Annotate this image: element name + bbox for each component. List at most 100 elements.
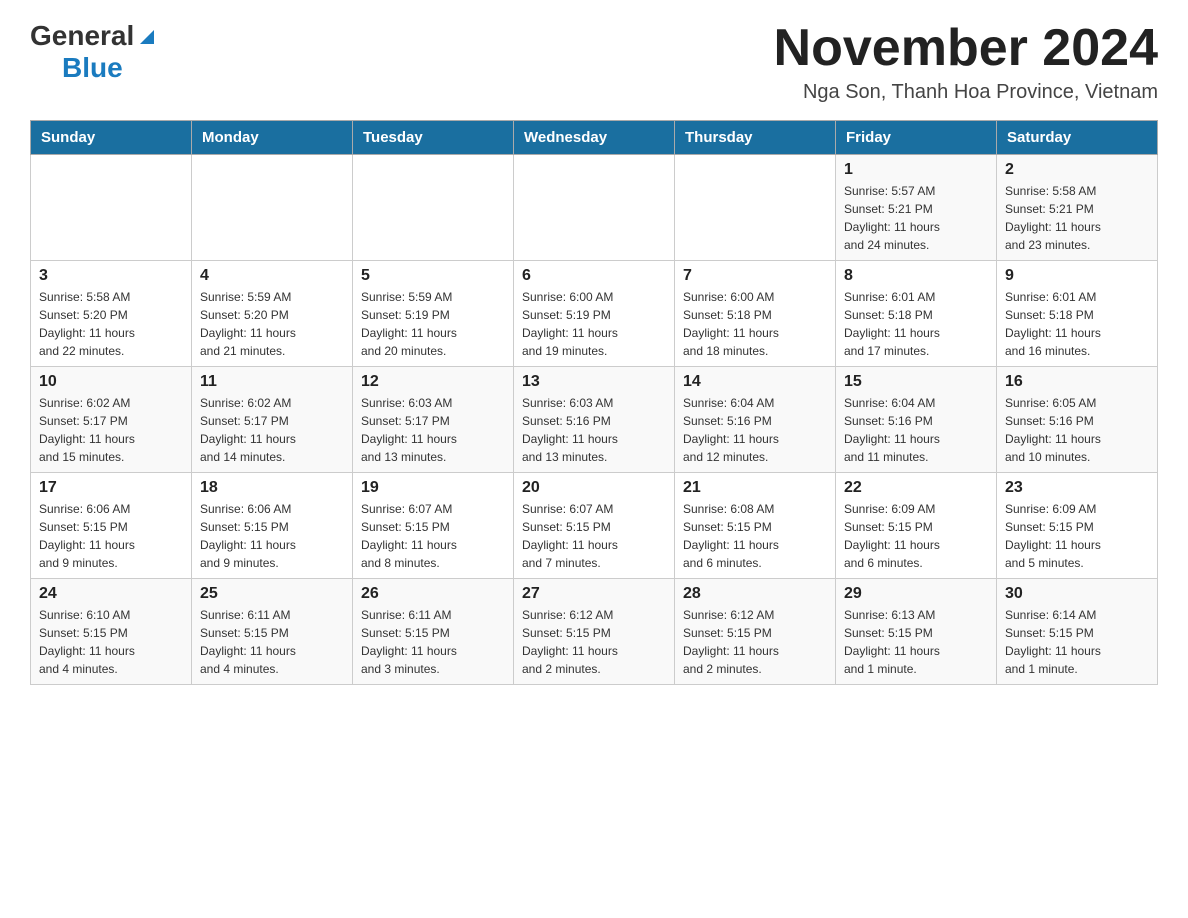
- day-info: Sunrise: 6:10 AM Sunset: 5:15 PM Dayligh…: [39, 606, 183, 678]
- day-info: Sunrise: 6:06 AM Sunset: 5:15 PM Dayligh…: [39, 500, 183, 572]
- day-info: Sunrise: 6:05 AM Sunset: 5:16 PM Dayligh…: [1005, 394, 1149, 466]
- day-number: 5: [361, 267, 505, 285]
- day-number: 23: [1005, 479, 1149, 497]
- day-info: Sunrise: 6:02 AM Sunset: 5:17 PM Dayligh…: [39, 394, 183, 466]
- day-number: 14: [683, 373, 827, 391]
- calendar-cell: 29 Sunrise: 6:13 AM Sunset: 5:15 PM Dayli…: [836, 579, 997, 685]
- day-number: 12: [361, 373, 505, 391]
- calendar-cell: 17 Sunrise: 6:06 AM Sunset: 5:15 PM Dayli…: [31, 473, 192, 579]
- calendar-cell: 3 Sunrise: 5:58 AM Sunset: 5:20 PM Daylig…: [31, 261, 192, 367]
- day-info: Sunrise: 5:59 AM Sunset: 5:20 PM Dayligh…: [200, 288, 344, 360]
- day-info: Sunrise: 6:12 AM Sunset: 5:15 PM Dayligh…: [683, 606, 827, 678]
- day-info: Sunrise: 6:00 AM Sunset: 5:18 PM Dayligh…: [683, 288, 827, 360]
- calendar-table: Sunday Monday Tuesday Wednesday Thursday…: [30, 120, 1158, 685]
- day-info: Sunrise: 5:57 AM Sunset: 5:21 PM Dayligh…: [844, 182, 988, 254]
- calendar-cell: 19 Sunrise: 6:07 AM Sunset: 5:15 PM Dayli…: [353, 473, 514, 579]
- calendar-week-3: 10 Sunrise: 6:02 AM Sunset: 5:17 PM Dayli…: [31, 367, 1158, 473]
- day-info: Sunrise: 6:11 AM Sunset: 5:15 PM Dayligh…: [200, 606, 344, 678]
- header-row: Sunday Monday Tuesday Wednesday Thursday…: [31, 121, 1158, 155]
- day-number: 21: [683, 479, 827, 497]
- calendar-cell: 4 Sunrise: 5:59 AM Sunset: 5:20 PM Daylig…: [192, 261, 353, 367]
- calendar-body: 1Sunrise: 5:57 AM Sunset: 5:21 PM Daylig…: [31, 155, 1158, 685]
- day-number: 17: [39, 479, 183, 497]
- day-number: 24: [39, 585, 183, 603]
- header-saturday: Saturday: [997, 121, 1158, 155]
- calendar-cell: 5Sunrise: 5:59 AM Sunset: 5:19 PM Daylig…: [353, 261, 514, 367]
- day-info: Sunrise: 6:03 AM Sunset: 5:17 PM Dayligh…: [361, 394, 505, 466]
- logo-blue-text: Blue: [62, 52, 123, 84]
- day-number: 29: [844, 585, 988, 603]
- day-info: Sunrise: 6:01 AM Sunset: 5:18 PM Dayligh…: [844, 288, 988, 360]
- calendar-cell: [31, 155, 192, 261]
- calendar-cell: 25 Sunrise: 6:11 AM Sunset: 5:15 PM Dayli…: [192, 579, 353, 685]
- calendar-cell: 8 Sunrise: 6:01 AM Sunset: 5:18 PM Daylig…: [836, 261, 997, 367]
- header-wednesday: Wednesday: [514, 121, 675, 155]
- header-friday: Friday: [836, 121, 997, 155]
- calendar-cell: [192, 155, 353, 261]
- day-number: 16: [1005, 373, 1149, 391]
- day-info: Sunrise: 6:13 AM Sunset: 5:15 PM Dayligh…: [844, 606, 988, 678]
- day-number: 6: [522, 267, 666, 285]
- day-number: 15: [844, 373, 988, 391]
- day-info: Sunrise: 6:06 AM Sunset: 5:15 PM Dayligh…: [200, 500, 344, 572]
- calendar-header: Sunday Monday Tuesday Wednesday Thursday…: [31, 121, 1158, 155]
- calendar-cell: 22 Sunrise: 6:09 AM Sunset: 5:15 PM Dayli…: [836, 473, 997, 579]
- calendar-cell: 6 Sunrise: 6:00 AM Sunset: 5:19 PM Daylig…: [514, 261, 675, 367]
- day-info: Sunrise: 5:58 AM Sunset: 5:21 PM Dayligh…: [1005, 182, 1149, 254]
- day-info: Sunrise: 6:00 AM Sunset: 5:19 PM Dayligh…: [522, 288, 666, 360]
- calendar-cell: 10 Sunrise: 6:02 AM Sunset: 5:17 PM Dayli…: [31, 367, 192, 473]
- calendar-cell: [353, 155, 514, 261]
- day-number: 18: [200, 479, 344, 497]
- day-info: Sunrise: 6:08 AM Sunset: 5:15 PM Dayligh…: [683, 500, 827, 572]
- day-info: Sunrise: 6:07 AM Sunset: 5:15 PM Dayligh…: [361, 500, 505, 572]
- day-number: 11: [200, 373, 344, 391]
- calendar-cell: 27 Sunrise: 6:12 AM Sunset: 5:15 PM Dayli…: [514, 579, 675, 685]
- day-number: 7: [683, 267, 827, 285]
- calendar-cell: 21 Sunrise: 6:08 AM Sunset: 5:15 PM Dayli…: [675, 473, 836, 579]
- title-area: November 2024 Nga Son, Thanh Hoa Provinc…: [774, 20, 1158, 104]
- day-number: 3: [39, 267, 183, 285]
- calendar-cell: 28 Sunrise: 6:12 AM Sunset: 5:15 PM Dayli…: [675, 579, 836, 685]
- day-info: Sunrise: 6:01 AM Sunset: 5:18 PM Dayligh…: [1005, 288, 1149, 360]
- day-number: 10: [39, 373, 183, 391]
- day-info: Sunrise: 6:09 AM Sunset: 5:15 PM Dayligh…: [844, 500, 988, 572]
- calendar-cell: 13Sunrise: 6:03 AM Sunset: 5:16 PM Dayli…: [514, 367, 675, 473]
- calendar-cell: 11Sunrise: 6:02 AM Sunset: 5:17 PM Dayli…: [192, 367, 353, 473]
- calendar-cell: [514, 155, 675, 261]
- header-monday: Monday: [192, 121, 353, 155]
- calendar-week-5: 24 Sunrise: 6:10 AM Sunset: 5:15 PM Dayli…: [31, 579, 1158, 685]
- calendar-cell: 7 Sunrise: 6:00 AM Sunset: 5:18 PM Daylig…: [675, 261, 836, 367]
- calendar-cell: 20 Sunrise: 6:07 AM Sunset: 5:15 PM Dayli…: [514, 473, 675, 579]
- calendar-cell: 12 Sunrise: 6:03 AM Sunset: 5:17 PM Dayli…: [353, 367, 514, 473]
- logo: General Blue: [30, 20, 158, 84]
- day-number: 20: [522, 479, 666, 497]
- calendar-cell: 2Sunrise: 5:58 AM Sunset: 5:21 PM Daylig…: [997, 155, 1158, 261]
- day-number: 4: [200, 267, 344, 285]
- calendar-week-2: 3 Sunrise: 5:58 AM Sunset: 5:20 PM Daylig…: [31, 261, 1158, 367]
- day-number: 28: [683, 585, 827, 603]
- header-sunday: Sunday: [31, 121, 192, 155]
- day-number: 19: [361, 479, 505, 497]
- calendar-cell: 15Sunrise: 6:04 AM Sunset: 5:16 PM Dayli…: [836, 367, 997, 473]
- day-number: 13: [522, 373, 666, 391]
- day-info: Sunrise: 6:07 AM Sunset: 5:15 PM Dayligh…: [522, 500, 666, 572]
- day-info: Sunrise: 5:58 AM Sunset: 5:20 PM Dayligh…: [39, 288, 183, 360]
- calendar-cell: 14 Sunrise: 6:04 AM Sunset: 5:16 PM Dayli…: [675, 367, 836, 473]
- day-number: 22: [844, 479, 988, 497]
- day-number: 25: [200, 585, 344, 603]
- day-number: 26: [361, 585, 505, 603]
- main-title: November 2024: [774, 20, 1158, 77]
- calendar-cell: 9Sunrise: 6:01 AM Sunset: 5:18 PM Daylig…: [997, 261, 1158, 367]
- day-info: Sunrise: 6:04 AM Sunset: 5:16 PM Dayligh…: [683, 394, 827, 466]
- day-number: 8: [844, 267, 988, 285]
- calendar-cell: 1Sunrise: 5:57 AM Sunset: 5:21 PM Daylig…: [836, 155, 997, 261]
- calendar-cell: 24 Sunrise: 6:10 AM Sunset: 5:15 PM Dayli…: [31, 579, 192, 685]
- day-number: 27: [522, 585, 666, 603]
- calendar-cell: [675, 155, 836, 261]
- day-info: Sunrise: 6:11 AM Sunset: 5:15 PM Dayligh…: [361, 606, 505, 678]
- day-info: Sunrise: 6:14 AM Sunset: 5:15 PM Dayligh…: [1005, 606, 1149, 678]
- calendar-cell: 30Sunrise: 6:14 AM Sunset: 5:15 PM Dayli…: [997, 579, 1158, 685]
- logo-general-text: General: [30, 20, 134, 52]
- header-thursday: Thursday: [675, 121, 836, 155]
- day-info: Sunrise: 6:12 AM Sunset: 5:15 PM Dayligh…: [522, 606, 666, 678]
